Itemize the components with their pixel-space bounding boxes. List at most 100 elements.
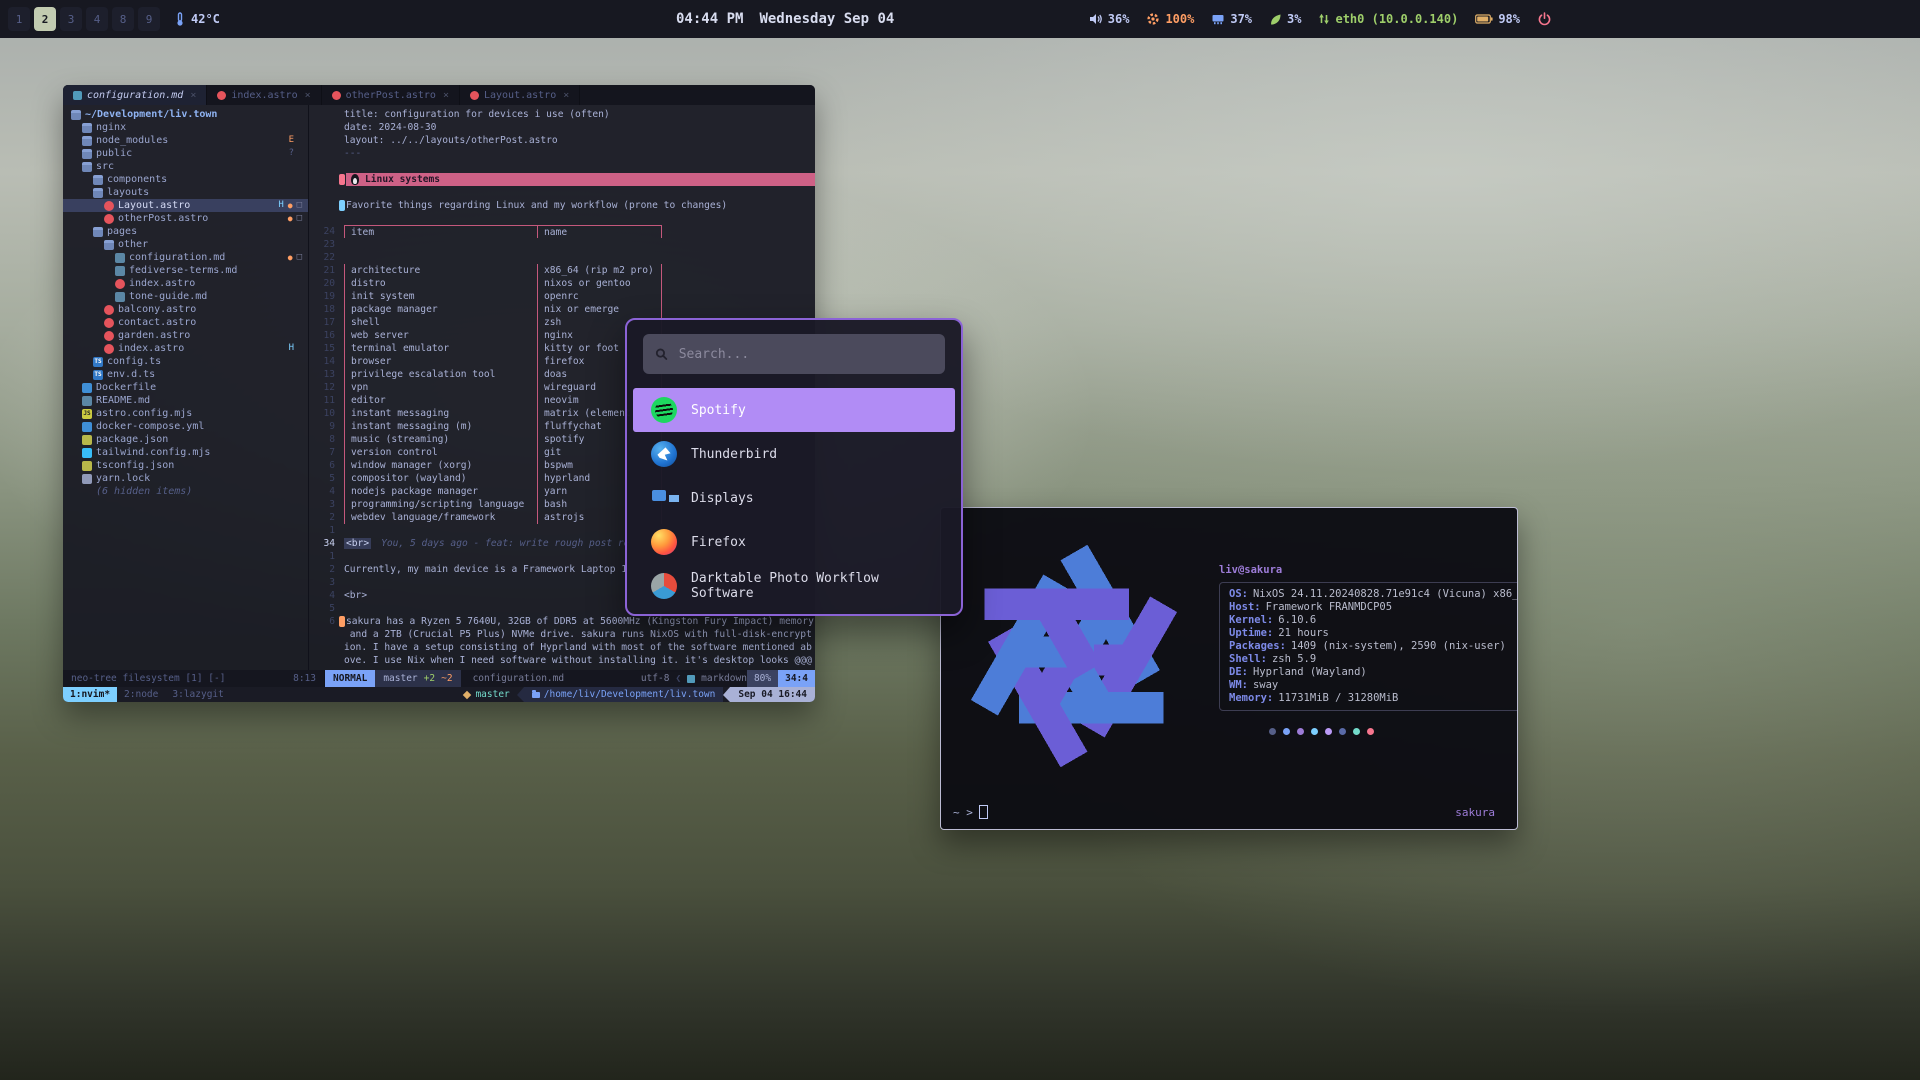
tree-item[interactable]: node_modules E — [63, 134, 308, 147]
editor-tab[interactable]: Layout.astro × — [460, 85, 580, 105]
tree-item[interactable]: other — [63, 238, 308, 251]
network-module[interactable]: eth0 (10.0.0.140) — [1318, 12, 1458, 26]
buffer-line: ion. I have a setup consisting of Hyprla… — [344, 641, 815, 654]
tree-item[interactable]: tone-guide.md — [63, 290, 308, 303]
workspace-button[interactable]: 8 — [112, 7, 134, 31]
displays-icon — [651, 485, 677, 511]
tree-item-label: astro.config.mjs — [96, 407, 192, 420]
tree-item[interactable]: TS env.d.ts — [63, 368, 308, 381]
tree-item[interactable]: tailwind.config.mjs — [63, 446, 308, 459]
tmux-datetime: Sep 04 16:44 — [730, 687, 815, 702]
tab-close-icon[interactable]: × — [305, 90, 311, 101]
tree-item-label: tailwind.config.mjs — [96, 446, 210, 459]
tree-item[interactable]: otherPost.astro ● □ — [63, 212, 308, 225]
tmux-path-segment: /home/liv/Development/liv.town — [524, 687, 724, 702]
tree-item[interactable]: package.json — [63, 433, 308, 446]
tree-item-label: garden.astro — [118, 329, 190, 342]
line-number: 7 — [309, 446, 338, 459]
section-heading: Linux systems — [365, 173, 440, 186]
info-line: Memory: 11731MiB / 31280MiB — [1229, 692, 1518, 705]
table-header-row: 24 item name — [309, 225, 815, 238]
tree-item[interactable]: index.astro H — [63, 342, 308, 355]
palette-dot — [1367, 728, 1374, 735]
astro-icon — [217, 91, 226, 100]
cpu-module[interactable]: 3% — [1269, 12, 1301, 26]
tree-item[interactable]: contact.astro — [63, 316, 308, 329]
palette-dot — [1353, 728, 1360, 735]
launcher-item[interactable]: Firefox — [633, 520, 955, 564]
table-cell-item: instant messaging (m) — [345, 420, 538, 433]
tree-item[interactable]: JS astro.config.mjs — [63, 407, 308, 420]
tab-close-icon[interactable]: × — [443, 90, 449, 101]
info-key: Memory: — [1229, 692, 1273, 705]
tree-item[interactable]: (6 hidden items) — [63, 485, 308, 498]
workspace-button[interactable]: 9 — [138, 7, 160, 31]
tab-close-icon[interactable]: × — [563, 90, 569, 101]
tree-item[interactable]: README.md — [63, 394, 308, 407]
tree-item[interactable]: pages — [63, 225, 308, 238]
tree-item[interactable]: layouts — [63, 186, 308, 199]
tab-close-icon[interactable]: × — [190, 90, 196, 101]
tree-item[interactable]: docker-compose.yml — [63, 420, 308, 433]
tmux-window[interactable]: 2:node — [117, 687, 165, 702]
tree-item[interactable]: src — [63, 160, 308, 173]
ts-icon: TS — [93, 357, 103, 367]
launcher-item[interactable]: Spotify — [633, 388, 955, 432]
editor-tab[interactable]: configuration.md × — [63, 85, 207, 105]
unstaged-square-icon: □ — [297, 212, 302, 225]
tree-item[interactable]: garden.astro — [63, 329, 308, 342]
tmux-window[interactable]: 3:lazygit — [165, 687, 230, 702]
workspace-button[interactable]: 2 — [34, 7, 56, 31]
unstaged-square-icon: □ — [297, 199, 302, 212]
table-row: 19 init system openrc — [309, 290, 815, 303]
launcher-item[interactable]: Displays — [633, 476, 955, 520]
shell-prompt[interactable]: ~ > — [953, 805, 988, 819]
search-input[interactable] — [677, 346, 933, 363]
tree-item[interactable]: Layout.astro H ● □ — [63, 199, 308, 212]
spotify-icon — [651, 397, 677, 423]
folder-icon — [82, 136, 92, 146]
tree-item[interactable]: TS config.ts — [63, 355, 308, 368]
app-label: Thunderbird — [691, 447, 777, 462]
tree-item[interactable]: public ? — [63, 147, 308, 160]
tree-item[interactable]: balcony.astro — [63, 303, 308, 316]
tree-item[interactable]: nginx — [63, 121, 308, 134]
tmux-window[interactable]: 1:nvim* — [63, 687, 117, 702]
buffer-line: sakura has a Ryzen 5 7640U, 32GB of DDR5… — [346, 615, 815, 628]
app-launcher[interactable]: Spotify Thunderbird Displays Firefox — [625, 318, 963, 616]
info-value: 11731MiB / 31280MiB — [1278, 692, 1398, 705]
tree-item[interactable]: Dockerfile — [63, 381, 308, 394]
tree-item-label: env.d.ts — [107, 368, 155, 381]
volume-module[interactable]: 36% — [1089, 12, 1130, 26]
tree-item[interactable]: tsconfig.json — [63, 459, 308, 472]
gear-module[interactable]: 100% — [1146, 12, 1194, 26]
line-number — [309, 121, 338, 134]
terminal-window[interactable]: liv@sakura OS: NixOS 24.11.20240828.71e9… — [940, 507, 1518, 830]
power-module[interactable] — [1537, 12, 1552, 27]
launcher-item[interactable]: Thunderbird — [633, 432, 955, 476]
table-cell-item: webdev language/framework — [345, 511, 538, 524]
tree-item[interactable]: index.astro — [63, 277, 308, 290]
tree-item[interactable]: yarn.lock — [63, 472, 308, 485]
editor-tab[interactable]: otherPost.astro × — [322, 85, 460, 105]
workspace-button[interactable]: 1 — [8, 7, 30, 31]
editor-tab[interactable]: index.astro × — [207, 85, 321, 105]
search-bar[interactable] — [643, 334, 945, 374]
workspace-number: 8 — [120, 13, 127, 26]
lock-icon — [82, 474, 92, 484]
tmux-branch: master — [475, 687, 516, 702]
workspace-number: 1 — [16, 13, 23, 26]
palette-dot — [1269, 728, 1276, 735]
powerline-separator — [517, 687, 524, 702]
tree-item[interactable]: configuration.md ● □ — [63, 251, 308, 264]
tree-item[interactable]: components — [63, 173, 308, 186]
separator-icon: ❮ — [675, 673, 681, 684]
launcher-item[interactable]: Darktable Photo Workflow Software — [633, 564, 955, 608]
tree-item[interactable]: ~/Development/liv.town — [63, 108, 308, 121]
memory-module[interactable]: 37% — [1211, 12, 1252, 26]
workspace-button[interactable]: 3 — [60, 7, 82, 31]
tree-item[interactable]: fediverse-terms.md — [63, 264, 308, 277]
tree-item-label: docker-compose.yml — [96, 420, 204, 433]
workspace-button[interactable]: 4 — [86, 7, 108, 31]
battery-module[interactable]: 98% — [1475, 12, 1520, 26]
